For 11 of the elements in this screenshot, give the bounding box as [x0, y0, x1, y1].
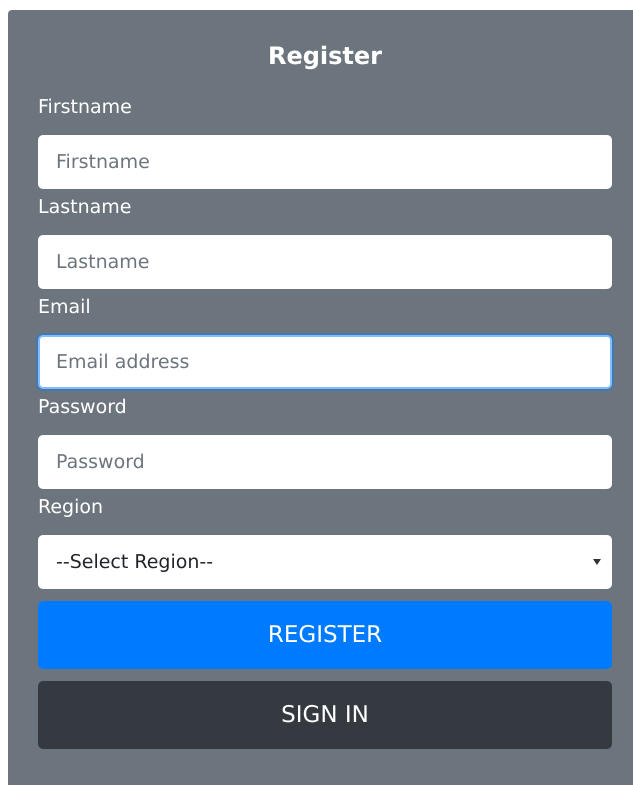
register-button[interactable]: REGISTER	[38, 601, 612, 669]
field-label: Region	[38, 495, 104, 520]
select-field[interactable]: --Select Region--	[38, 535, 612, 589]
field-label: Lastname	[38, 195, 132, 220]
text-field[interactable]: Email address	[38, 335, 612, 389]
field-label: Email	[38, 295, 91, 320]
field-label: Password	[38, 395, 127, 420]
caret-icon	[592, 558, 602, 566]
form-title: Register	[266, 41, 384, 72]
field-label: Firstname	[38, 95, 132, 120]
sign-in-button[interactable]: SIGN IN	[38, 681, 612, 749]
